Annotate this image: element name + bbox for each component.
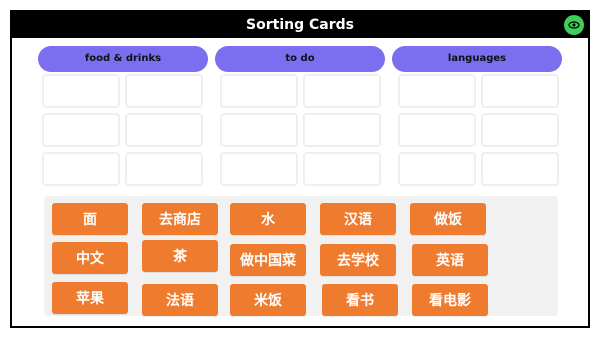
drop-grid-languages bbox=[398, 74, 560, 190]
toggle-visibility-button[interactable] bbox=[564, 15, 584, 35]
drop-slot[interactable] bbox=[42, 74, 120, 108]
card[interactable]: 苹果 bbox=[52, 282, 128, 314]
app-window: Sorting Cards food & drinks to do langua… bbox=[10, 10, 590, 328]
category-languages: languages bbox=[392, 46, 562, 72]
drop-slot[interactable] bbox=[220, 152, 298, 186]
drop-slot[interactable] bbox=[481, 152, 559, 186]
card-tray: 面 去商店 水 汉语 做饭 中文 茶 做中国菜 去学校 英语 苹果 法语 米饭 … bbox=[44, 196, 558, 316]
card[interactable]: 去商店 bbox=[142, 203, 218, 235]
category-food-drinks: food & drinks bbox=[38, 46, 208, 72]
card[interactable]: 看书 bbox=[322, 284, 398, 316]
card[interactable]: 茶 bbox=[142, 240, 218, 272]
title-bar: Sorting Cards bbox=[12, 12, 588, 38]
drop-slot[interactable] bbox=[125, 74, 203, 108]
category-header: food & drinks bbox=[38, 46, 208, 72]
drop-slot[interactable] bbox=[481, 74, 559, 108]
drop-slot[interactable] bbox=[125, 152, 203, 186]
app-title: Sorting Cards bbox=[246, 17, 354, 33]
drop-grid-to-do bbox=[220, 74, 382, 190]
drop-grid-food-drinks bbox=[42, 74, 204, 190]
drop-slot[interactable] bbox=[303, 113, 381, 147]
card[interactable]: 做中国菜 bbox=[230, 244, 306, 276]
card[interactable]: 汉语 bbox=[320, 203, 396, 235]
drop-slot[interactable] bbox=[398, 74, 476, 108]
drop-slot[interactable] bbox=[42, 152, 120, 186]
drop-slot[interactable] bbox=[42, 113, 120, 147]
drop-slot[interactable] bbox=[125, 113, 203, 147]
card[interactable]: 法语 bbox=[142, 284, 218, 316]
card[interactable]: 去学校 bbox=[320, 244, 396, 276]
drop-slot[interactable] bbox=[303, 74, 381, 108]
card[interactable]: 面 bbox=[52, 203, 128, 235]
card[interactable]: 中文 bbox=[52, 242, 128, 274]
card[interactable]: 看电影 bbox=[412, 284, 488, 316]
card[interactable]: 水 bbox=[230, 203, 306, 235]
drop-slot[interactable] bbox=[220, 74, 298, 108]
category-header: to do bbox=[215, 46, 385, 72]
eye-icon bbox=[568, 21, 580, 29]
card[interactable]: 米饭 bbox=[230, 284, 306, 316]
card[interactable]: 英语 bbox=[412, 244, 488, 276]
drop-slot[interactable] bbox=[398, 113, 476, 147]
category-header: languages bbox=[392, 46, 562, 72]
drop-slot[interactable] bbox=[220, 113, 298, 147]
drop-slot[interactable] bbox=[398, 152, 476, 186]
category-to-do: to do bbox=[215, 46, 385, 72]
drop-slot[interactable] bbox=[303, 152, 381, 186]
card[interactable]: 做饭 bbox=[410, 203, 486, 235]
drop-slot[interactable] bbox=[481, 113, 559, 147]
